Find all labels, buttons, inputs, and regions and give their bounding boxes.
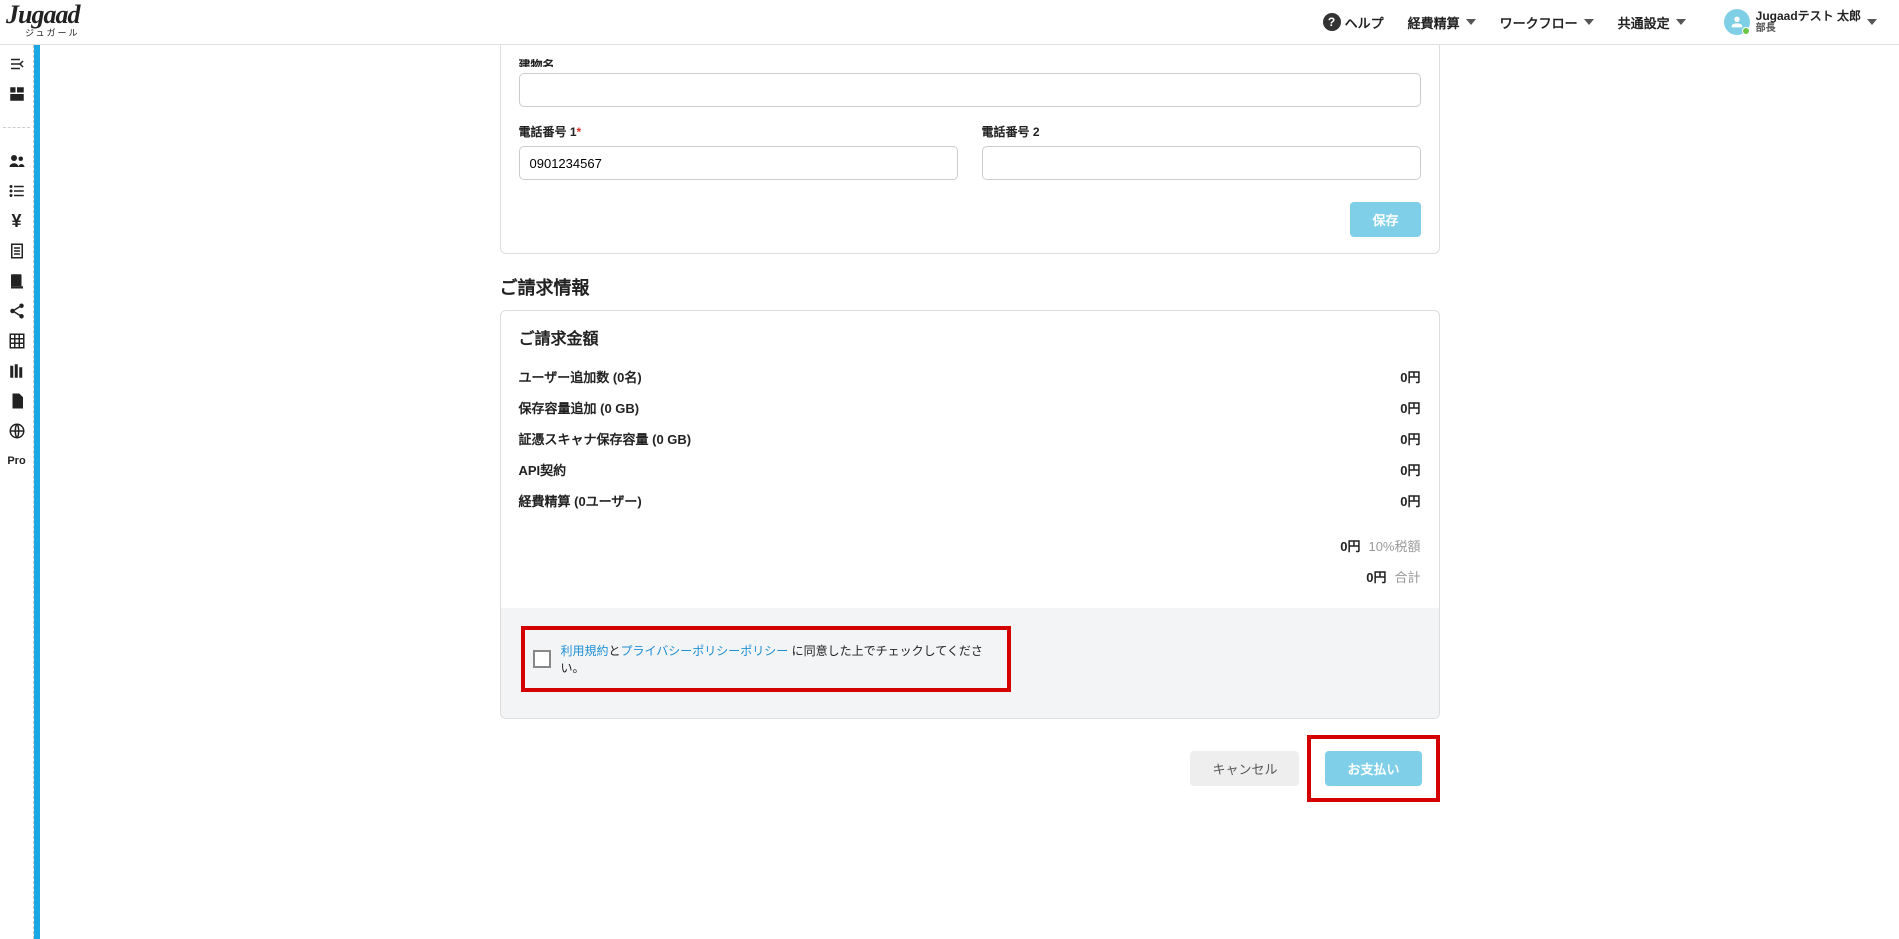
sidebar-item-doc[interactable] [3, 237, 31, 265]
sidebar-item-share[interactable] [3, 297, 31, 325]
sidebar-item-dashboard[interactable] [3, 80, 31, 108]
user-name: Jugaadテスト 太郎 [1756, 10, 1861, 23]
cancel-button[interactable]: キャンセル [1190, 751, 1299, 786]
logo-block: Jugaad ジュガール [6, 5, 79, 39]
active-strip [34, 45, 40, 939]
terms-link[interactable]: 利用規約 [561, 644, 609, 658]
billing-row: 保存容量追加 (0 GB)0円 [519, 392, 1421, 423]
sidebar-item-pro[interactable]: Pro [3, 447, 31, 475]
sidebar: ¥ Pro [0, 45, 34, 939]
phone1-input[interactable] [519, 146, 958, 180]
billing-total-row: 0円合計 [519, 561, 1421, 592]
main-content: 建物名 電話番号 1* 電話番号 2 保存 ご請求情報 ご請求金額 ユーザー追加… [40, 45, 1899, 842]
billing-tax-row: 0円10%税額 [519, 530, 1421, 561]
billing-card: ご請求金額 ユーザー追加数 (0名)0円 保存容量追加 (0 GB)0円 証憑ス… [500, 310, 1440, 719]
sidebar-item-grid[interactable] [3, 327, 31, 355]
billing-section-title: ご請求情報 [500, 274, 1440, 300]
phone2-input[interactable] [982, 146, 1421, 180]
billing-row: 経費精算 (0ユーザー)0円 [519, 485, 1421, 516]
building-field: 建物名 [519, 59, 1421, 107]
billing-amount-title: ご請求金額 [519, 325, 1421, 349]
chevron-down-icon [1466, 19, 1476, 25]
agree-strip: 利用規約とプライバシーポリシーポリシー に同意した上でチェックしてください。 [501, 608, 1439, 718]
billing-row: API契約0円 [519, 454, 1421, 485]
help-icon: ? [1323, 13, 1341, 31]
logo-text: Jugaad [6, 5, 79, 26]
sidebar-item-book[interactable] [3, 267, 31, 295]
phone2-label: 電話番号 2 [982, 123, 1421, 140]
agree-checkbox[interactable] [533, 650, 551, 668]
agree-highlight-box: 利用規約とプライバシーポリシーポリシー に同意した上でチェックしてください。 [521, 626, 1011, 692]
help-label: ヘルプ [1345, 13, 1384, 32]
sidebar-item-list[interactable] [3, 177, 31, 205]
online-dot-icon [1742, 27, 1750, 35]
user-menu[interactable]: Jugaadテスト 太郎 部長 [1724, 9, 1877, 35]
chevron-down-icon [1867, 19, 1877, 25]
billing-row: 証憑スキャナ保存容量 (0 GB)0円 [519, 423, 1421, 454]
pay-button[interactable]: お支払い [1325, 751, 1421, 786]
save-button[interactable]: 保存 [1350, 202, 1420, 237]
sidebar-item-users[interactable] [3, 147, 31, 175]
chevron-down-icon [1584, 19, 1594, 25]
nav-workflow[interactable]: ワークフロー [1500, 13, 1594, 32]
chevron-down-icon [1676, 19, 1686, 25]
user-role: 部長 [1756, 23, 1861, 34]
sidebar-item-collapse[interactable] [3, 50, 31, 78]
app-header: Jugaad ジュガール ? ヘルプ 経費精算 ワークフロー 共通設定 Juga… [0, 0, 1899, 45]
avatar [1724, 9, 1750, 35]
address-card: 建物名 電話番号 1* 電話番号 2 保存 [500, 45, 1440, 254]
building-input[interactable] [519, 73, 1421, 107]
sidebar-item-file[interactable] [3, 387, 31, 415]
agree-text: 利用規約とプライバシーポリシーポリシー に同意した上でチェックしてください。 [561, 642, 999, 676]
nav-common-settings[interactable]: 共通設定 [1618, 13, 1686, 32]
pay-highlight-box: お支払い [1307, 735, 1439, 802]
sidebar-item-library[interactable] [3, 357, 31, 385]
action-row: キャンセル お支払い [500, 735, 1440, 802]
privacy-link[interactable]: プライバシーポリシーポリシー [621, 644, 789, 658]
sidebar-item-yen[interactable]: ¥ [3, 207, 31, 235]
building-label: 建物名 [519, 59, 1421, 67]
nav-expense[interactable]: 経費精算 [1408, 13, 1476, 32]
sidebar-item-globe[interactable] [3, 417, 31, 445]
billing-row: ユーザー追加数 (0名)0円 [519, 361, 1421, 392]
phone1-label: 電話番号 1* [519, 123, 958, 140]
help-link[interactable]: ? ヘルプ [1323, 13, 1384, 32]
